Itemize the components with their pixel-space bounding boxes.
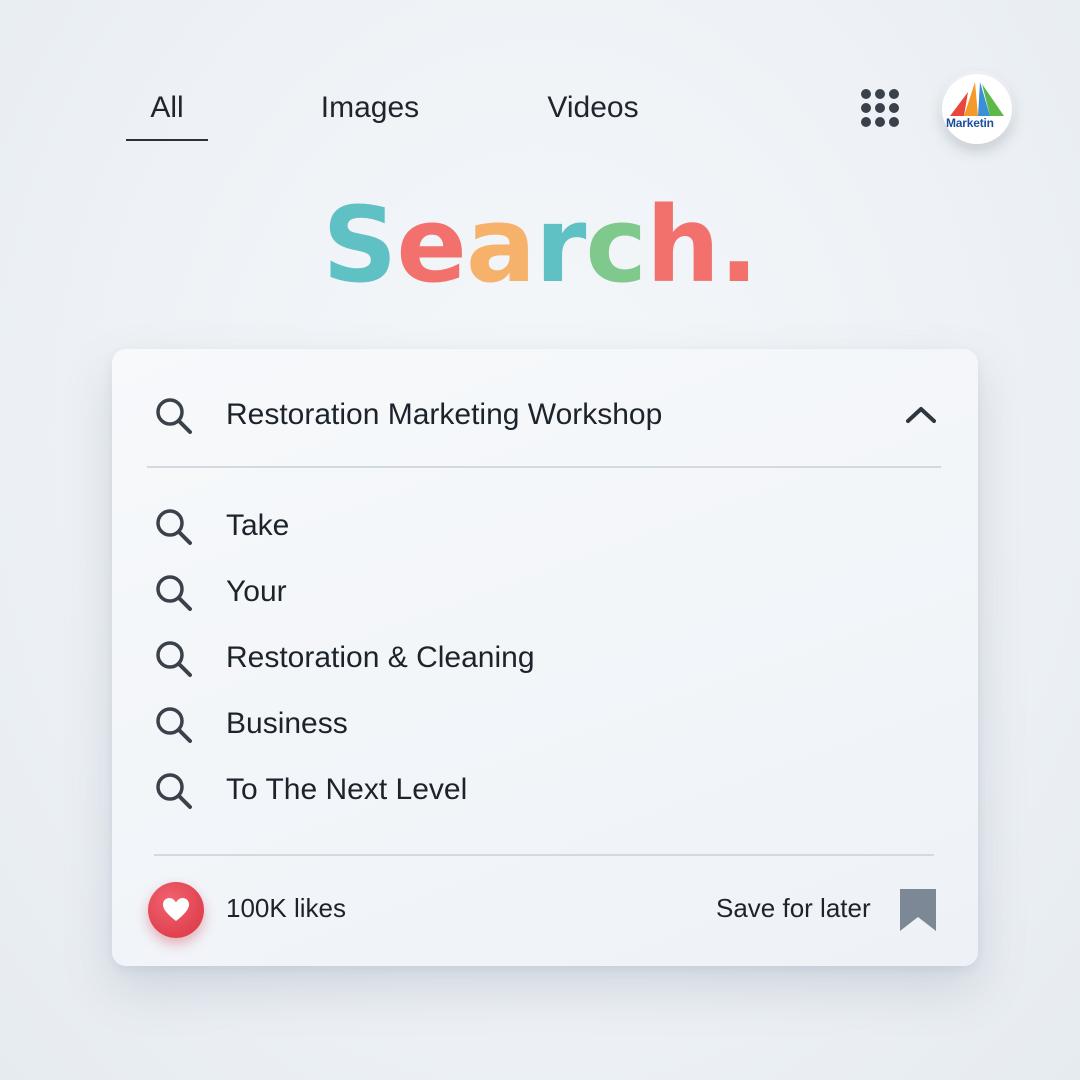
divider xyxy=(147,466,941,468)
heading-letter: r xyxy=(535,184,586,306)
search-query-text: Restoration Marketing Workshop xyxy=(226,398,663,431)
apps-dot xyxy=(889,103,899,113)
tab-videos[interactable]: Videos xyxy=(530,88,656,128)
apps-grid-icon[interactable] xyxy=(861,89,899,127)
search-icon xyxy=(156,575,192,611)
apps-dot xyxy=(861,117,871,127)
search-input[interactable]: Restoration Marketing Workshop xyxy=(112,390,978,440)
suggestion-item[interactable]: Restoration & Cleaning xyxy=(112,633,978,683)
chevron-up-icon[interactable] xyxy=(904,404,938,426)
apps-dot xyxy=(875,89,885,99)
heading-letter: h xyxy=(646,184,720,306)
suggestion-label: Business xyxy=(226,707,348,740)
suggestion-item[interactable]: To The Next Level xyxy=(112,765,978,815)
suggestion-label: Take xyxy=(226,509,290,542)
heading-letter: c xyxy=(585,184,647,306)
suggestion-item[interactable]: Business xyxy=(112,699,978,749)
bookmark-icon[interactable] xyxy=(898,887,938,933)
search-heading: Search. xyxy=(0,180,1080,310)
heading-letter: S xyxy=(322,184,397,306)
heading-letter: . xyxy=(719,184,759,306)
avatar-logo-text: Marketin xyxy=(946,116,994,130)
search-card: Restoration Marketing Workshop Take Your R… xyxy=(112,349,978,966)
apps-dot xyxy=(875,117,885,127)
apps-dot xyxy=(889,117,899,127)
likes-count: 100K likes xyxy=(226,893,346,923)
search-icon xyxy=(156,509,192,545)
tab-all[interactable]: All xyxy=(126,88,208,141)
divider xyxy=(154,854,934,856)
apps-dot xyxy=(861,103,871,113)
heading-letter: a xyxy=(465,184,536,306)
apps-dot xyxy=(889,89,899,99)
sail-logo-icon xyxy=(950,82,1004,116)
search-icon xyxy=(156,773,192,809)
suggestion-label: Your xyxy=(226,575,287,608)
suggestion-label: To The Next Level xyxy=(226,773,468,806)
apps-dot xyxy=(875,103,885,113)
save-for-later-link[interactable]: Save for later xyxy=(716,893,871,924)
search-icon xyxy=(156,641,192,677)
search-icon xyxy=(156,707,192,743)
tab-images[interactable]: Images xyxy=(300,88,440,128)
heading-letter: e xyxy=(396,184,467,306)
suggestion-item[interactable]: Your xyxy=(112,567,978,617)
like-button[interactable] xyxy=(148,882,204,938)
suggestion-item[interactable]: Take xyxy=(112,501,978,551)
suggestion-label: Restoration & Cleaning xyxy=(226,641,535,674)
avatar[interactable]: Marketin xyxy=(942,74,1012,144)
apps-dot xyxy=(861,89,871,99)
heart-icon xyxy=(163,898,189,921)
search-icon xyxy=(156,398,192,434)
